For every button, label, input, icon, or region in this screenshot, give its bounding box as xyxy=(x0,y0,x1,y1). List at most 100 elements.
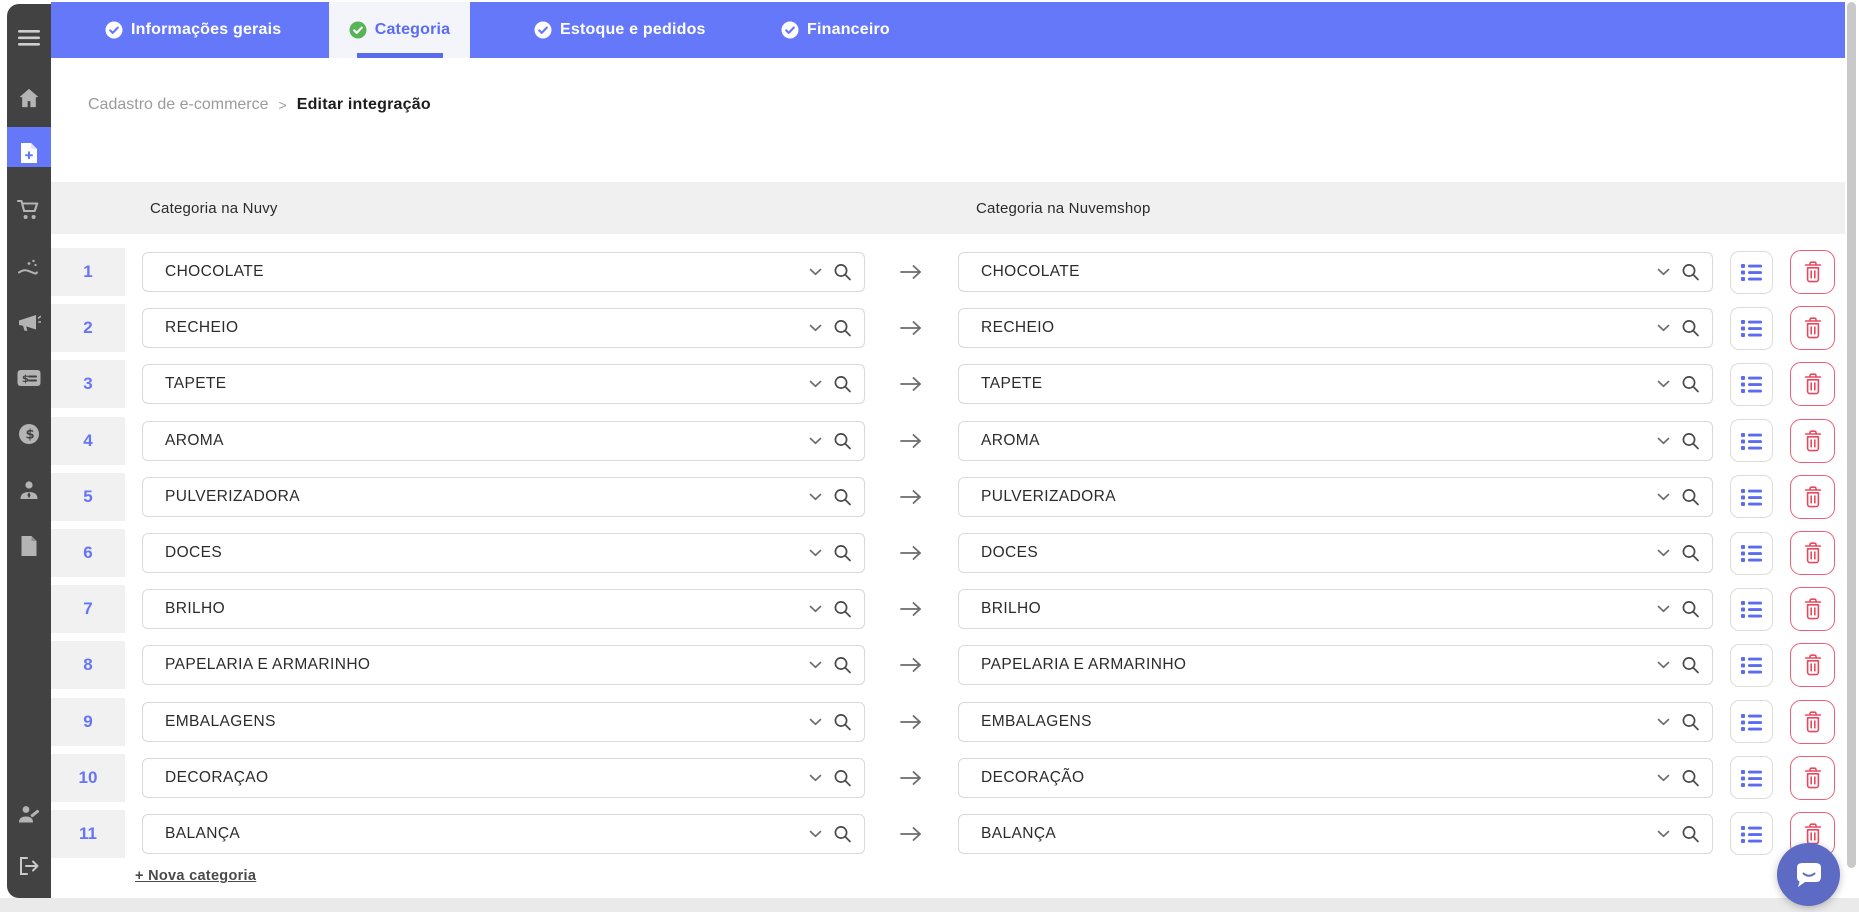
nuvy-category-select[interactable]: BALANÇA xyxy=(142,814,865,854)
logout-icon[interactable] xyxy=(11,848,47,884)
subcategories-list-button[interactable] xyxy=(1730,588,1773,631)
chevron-down-icon[interactable] xyxy=(1657,380,1670,388)
search-icon[interactable] xyxy=(1681,544,1700,563)
cart-icon[interactable] xyxy=(11,192,47,228)
nuvy-category-select[interactable]: DECORAÇAO xyxy=(142,758,865,798)
delete-row-button[interactable] xyxy=(1790,700,1835,744)
chevron-down-icon[interactable] xyxy=(1657,437,1670,445)
add-category-link[interactable]: + Nova categoria xyxy=(135,868,256,884)
nuvemshop-category-select[interactable]: AROMA xyxy=(958,421,1713,461)
delete-row-button[interactable] xyxy=(1790,756,1835,800)
subcategories-list-button[interactable] xyxy=(1730,475,1773,518)
nuvemshop-category-select[interactable]: BRILHO xyxy=(958,589,1713,629)
subcategories-list-button[interactable] xyxy=(1730,251,1773,294)
hand-coins-icon[interactable] xyxy=(11,248,47,284)
sidebar-item-ecommerce-active[interactable] xyxy=(7,127,51,167)
subcategories-list-button[interactable] xyxy=(1730,532,1773,575)
tab-informacoes-gerais[interactable]: Informações gerais xyxy=(105,2,281,58)
chevron-down-icon[interactable] xyxy=(809,661,822,669)
search-icon[interactable] xyxy=(1681,600,1700,619)
account-manager-icon[interactable] xyxy=(11,472,47,508)
nuvemshop-category-select[interactable]: PAPELARIA E ARMARINHO xyxy=(958,645,1713,685)
nuvy-category-select[interactable]: RECHEIO xyxy=(142,308,865,348)
search-icon[interactable] xyxy=(833,263,852,282)
tab-estoque-e-pedidos[interactable]: Estoque e pedidos xyxy=(534,2,706,58)
search-icon[interactable] xyxy=(1681,824,1700,843)
nuvy-category-select[interactable]: PAPELARIA E ARMARINHO xyxy=(142,645,865,685)
subcategories-list-button[interactable] xyxy=(1730,700,1773,743)
price-card-icon[interactable]: $ xyxy=(11,360,47,396)
nuvy-category-select[interactable]: AROMA xyxy=(142,421,865,461)
subcategories-list-button[interactable] xyxy=(1730,363,1773,406)
search-icon[interactable] xyxy=(1681,656,1700,675)
search-icon[interactable] xyxy=(833,600,852,619)
search-icon[interactable] xyxy=(833,712,852,731)
nuvemshop-category-select[interactable]: PULVERIZADORA xyxy=(958,477,1713,517)
user-edit-icon[interactable] xyxy=(11,796,47,832)
search-icon[interactable] xyxy=(833,656,852,675)
search-icon[interactable] xyxy=(833,487,852,506)
search-icon[interactable] xyxy=(833,431,852,450)
search-icon[interactable] xyxy=(833,375,852,394)
chevron-down-icon[interactable] xyxy=(809,437,822,445)
subcategories-list-button[interactable] xyxy=(1730,419,1773,462)
chevron-down-icon[interactable] xyxy=(1657,830,1670,838)
search-icon[interactable] xyxy=(1681,768,1700,787)
nuvemshop-category-select[interactable]: EMBALAGENS xyxy=(958,702,1713,742)
nuvemshop-category-select[interactable]: BALANÇA xyxy=(958,814,1713,854)
chevron-down-icon[interactable] xyxy=(1657,718,1670,726)
delete-row-button[interactable] xyxy=(1790,419,1835,463)
search-icon[interactable] xyxy=(1681,712,1700,731)
delete-row-button[interactable] xyxy=(1790,531,1835,575)
chevron-down-icon[interactable] xyxy=(1657,493,1670,501)
search-icon[interactable] xyxy=(1681,263,1700,282)
delete-row-button[interactable] xyxy=(1790,362,1835,406)
document-icon[interactable] xyxy=(11,528,47,564)
tab-financeiro[interactable]: Financeiro xyxy=(781,2,890,58)
megaphone-icon[interactable] xyxy=(11,304,47,340)
subcategories-list-button[interactable] xyxy=(1730,812,1773,855)
tab-categoria[interactable]: Categoria xyxy=(329,2,470,58)
chevron-down-icon[interactable] xyxy=(809,380,822,388)
chevron-down-icon[interactable] xyxy=(1657,549,1670,557)
menu-icon[interactable] xyxy=(11,20,47,56)
subcategories-list-button[interactable] xyxy=(1730,307,1773,350)
chevron-down-icon[interactable] xyxy=(1657,605,1670,613)
chevron-down-icon[interactable] xyxy=(809,605,822,613)
chevron-down-icon[interactable] xyxy=(809,830,822,838)
search-icon[interactable] xyxy=(833,544,852,563)
nuvy-category-select[interactable]: PULVERIZADORA xyxy=(142,477,865,517)
vertical-scrollbar[interactable] xyxy=(1847,2,1856,868)
subcategories-list-button[interactable] xyxy=(1730,644,1773,687)
search-icon[interactable] xyxy=(1681,431,1700,450)
search-icon[interactable] xyxy=(833,824,852,843)
home-icon[interactable] xyxy=(11,80,47,116)
nuvy-category-select[interactable]: EMBALAGENS xyxy=(142,702,865,742)
delete-row-button[interactable] xyxy=(1790,643,1835,687)
delete-row-button[interactable] xyxy=(1790,306,1835,350)
search-icon[interactable] xyxy=(1681,487,1700,506)
chevron-down-icon[interactable] xyxy=(809,493,822,501)
nuvy-category-select[interactable]: DOCES xyxy=(142,533,865,573)
nuvemshop-category-select[interactable]: TAPETE xyxy=(958,364,1713,404)
nuvemshop-category-select[interactable]: DECORAÇÃO xyxy=(958,758,1713,798)
nuvemshop-category-select[interactable]: DOCES xyxy=(958,533,1713,573)
chevron-down-icon[interactable] xyxy=(1657,661,1670,669)
nuvy-category-select[interactable]: TAPETE xyxy=(142,364,865,404)
chevron-down-icon[interactable] xyxy=(809,774,822,782)
chevron-down-icon[interactable] xyxy=(809,268,822,276)
search-icon[interactable] xyxy=(833,768,852,787)
chevron-down-icon[interactable] xyxy=(1657,324,1670,332)
nuvemshop-category-select[interactable]: RECHEIO xyxy=(958,308,1713,348)
search-icon[interactable] xyxy=(1681,319,1700,338)
delete-row-button[interactable] xyxy=(1790,250,1835,294)
chevron-down-icon[interactable] xyxy=(1657,268,1670,276)
chevron-down-icon[interactable] xyxy=(809,549,822,557)
nuvy-category-select[interactable]: CHOCOLATE xyxy=(142,252,865,292)
chevron-down-icon[interactable] xyxy=(809,324,822,332)
search-icon[interactable] xyxy=(833,319,852,338)
chevron-down-icon[interactable] xyxy=(1657,774,1670,782)
subcategories-list-button[interactable] xyxy=(1730,756,1773,799)
nuvemshop-category-select[interactable]: CHOCOLATE xyxy=(958,252,1713,292)
dollar-circle-icon[interactable]: $ xyxy=(11,416,47,452)
